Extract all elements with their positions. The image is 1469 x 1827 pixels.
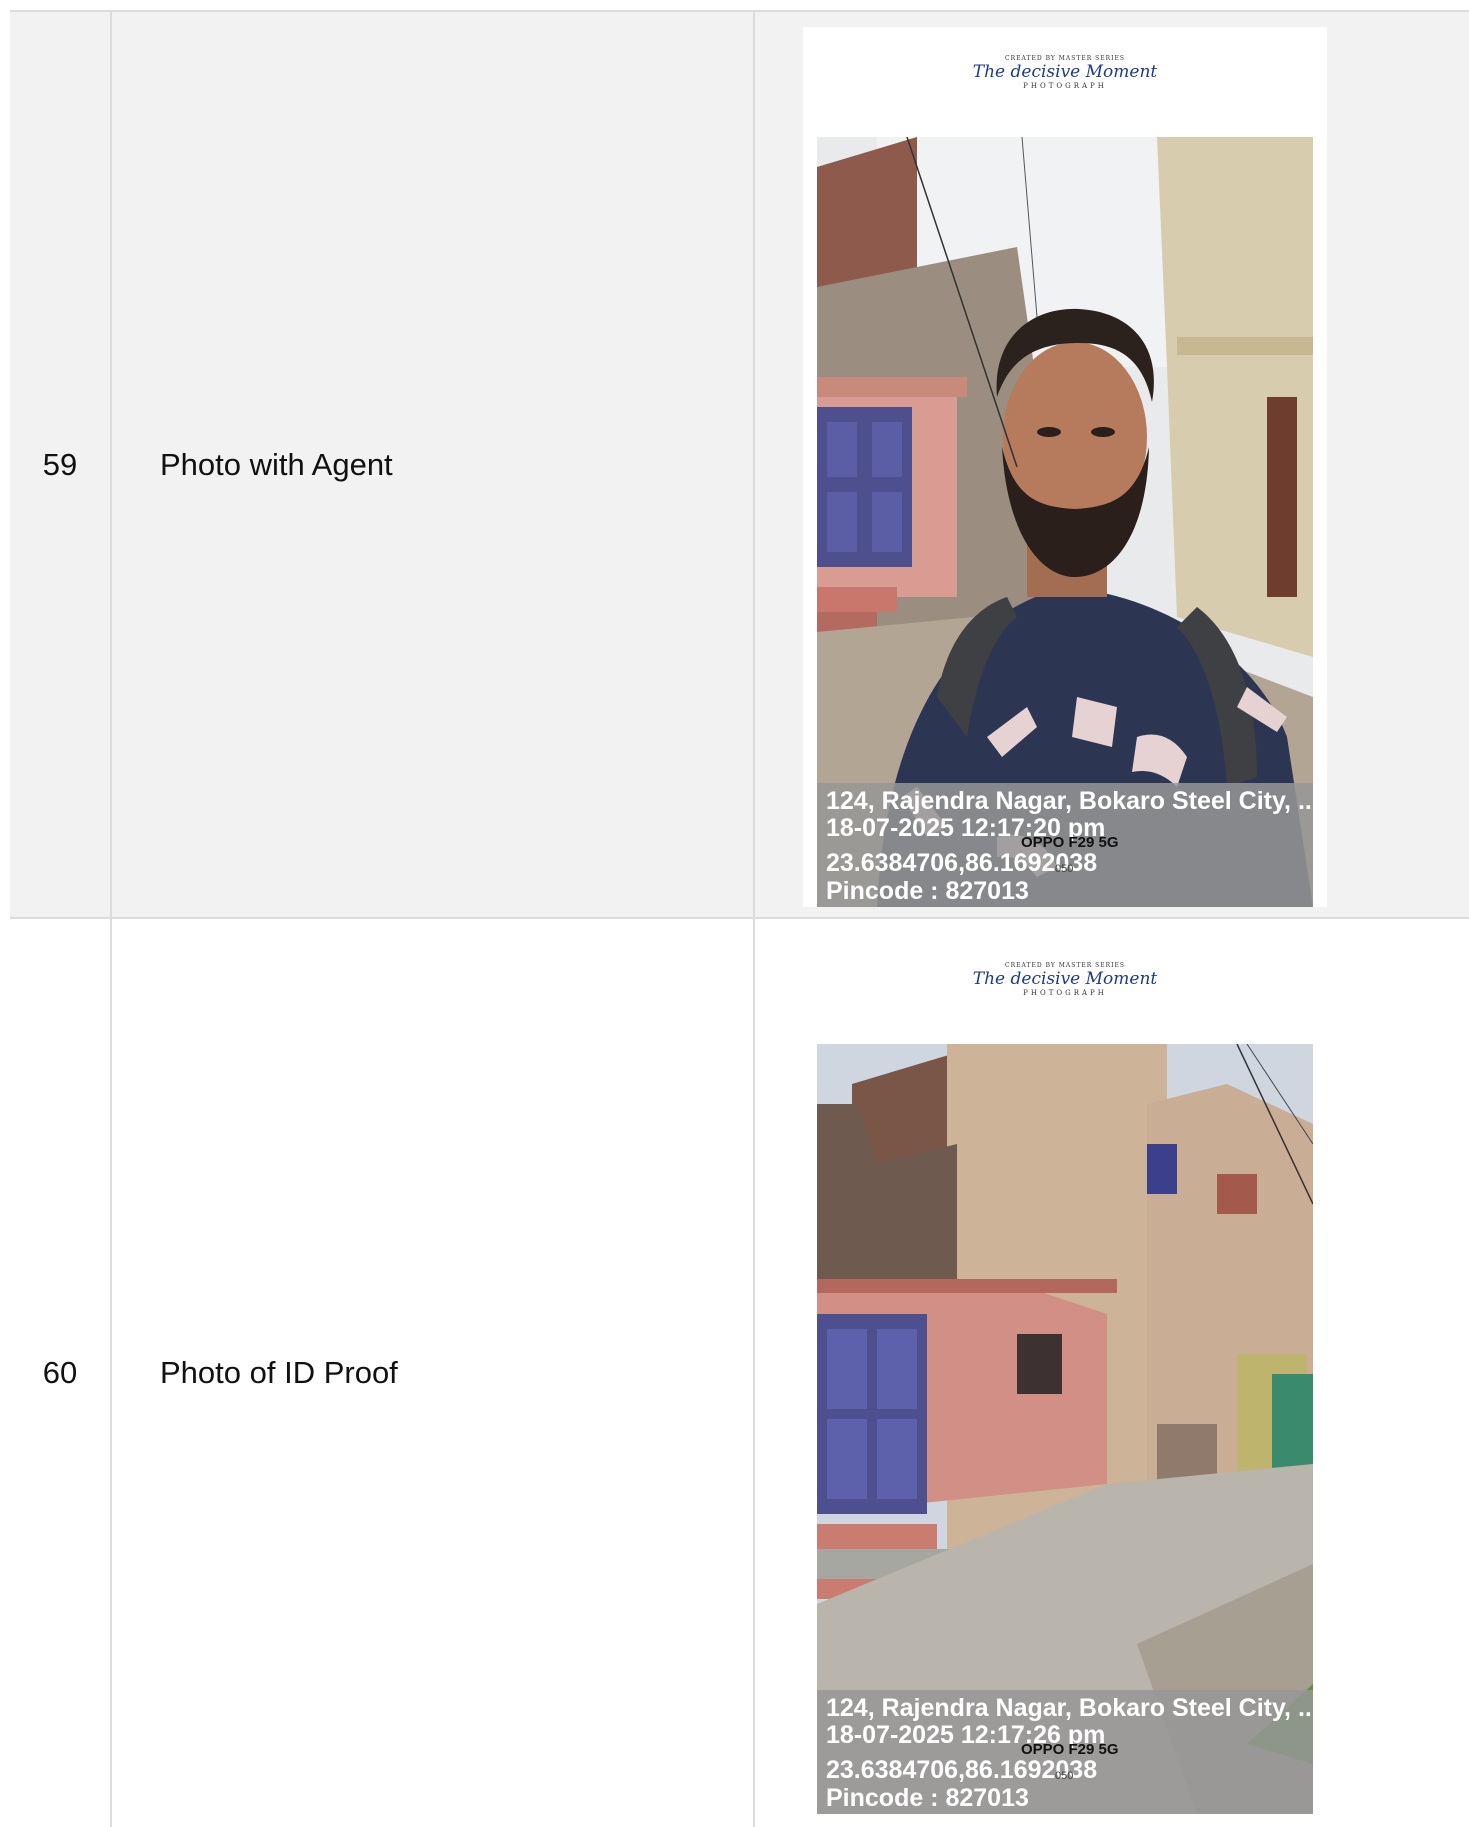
photo-cell: CREATED BY MASTER SERIES The decisive Mo… bbox=[755, 919, 1469, 1827]
camera-shot-info: 050 bbox=[1055, 1770, 1074, 1782]
photo-cell: CREATED BY MASTER SERIES The decisive Mo… bbox=[755, 12, 1469, 917]
selfie-photo: 124, Rajendra Nagar, Bokaro Steel City, … bbox=[817, 137, 1313, 907]
photo-card[interactable]: CREATED BY MASTER SERIES The decisive Mo… bbox=[803, 934, 1327, 1814]
row-number: 59 bbox=[10, 12, 112, 917]
photo-card[interactable]: CREATED BY MASTER SERIES The decisive Mo… bbox=[803, 27, 1327, 907]
id-proof-photo: 124, Rajendra Nagar, Bokaro Steel City, … bbox=[817, 1044, 1313, 1814]
row-label: Photo with Agent bbox=[112, 12, 755, 917]
camera-shot-info: 050 bbox=[1055, 863, 1074, 875]
photo-table: 59 Photo with Agent CREATED BY MASTER SE… bbox=[10, 10, 1469, 1827]
geotag-address: 124, Rajendra Nagar, Bokaro Steel City, … bbox=[826, 1694, 1313, 1722]
table-row: 60 Photo of ID Proof CREATED BY MASTER S… bbox=[10, 919, 1469, 1827]
row-label: Photo of ID Proof bbox=[112, 919, 755, 1827]
geotag-pincode: Pincode : 827013 bbox=[826, 1784, 1029, 1812]
geotag-overlay: 124, Rajendra Nagar, Bokaro Steel City, … bbox=[817, 1690, 1313, 1814]
table-row: 59 Photo with Agent CREATED BY MASTER SE… bbox=[10, 12, 1469, 919]
geotag-address: 124, Rajendra Nagar, Bokaro Steel City, … bbox=[826, 787, 1313, 815]
row-number: 60 bbox=[10, 919, 112, 1827]
geotag-overlay: 124, Rajendra Nagar, Bokaro Steel City, … bbox=[817, 783, 1313, 907]
geotag-pincode: Pincode : 827013 bbox=[826, 877, 1029, 905]
camera-watermark-logo: CREATED BY MASTER SERIES The decisive Mo… bbox=[972, 962, 1158, 997]
camera-watermark-logo: CREATED BY MASTER SERIES The decisive Mo… bbox=[972, 55, 1158, 90]
